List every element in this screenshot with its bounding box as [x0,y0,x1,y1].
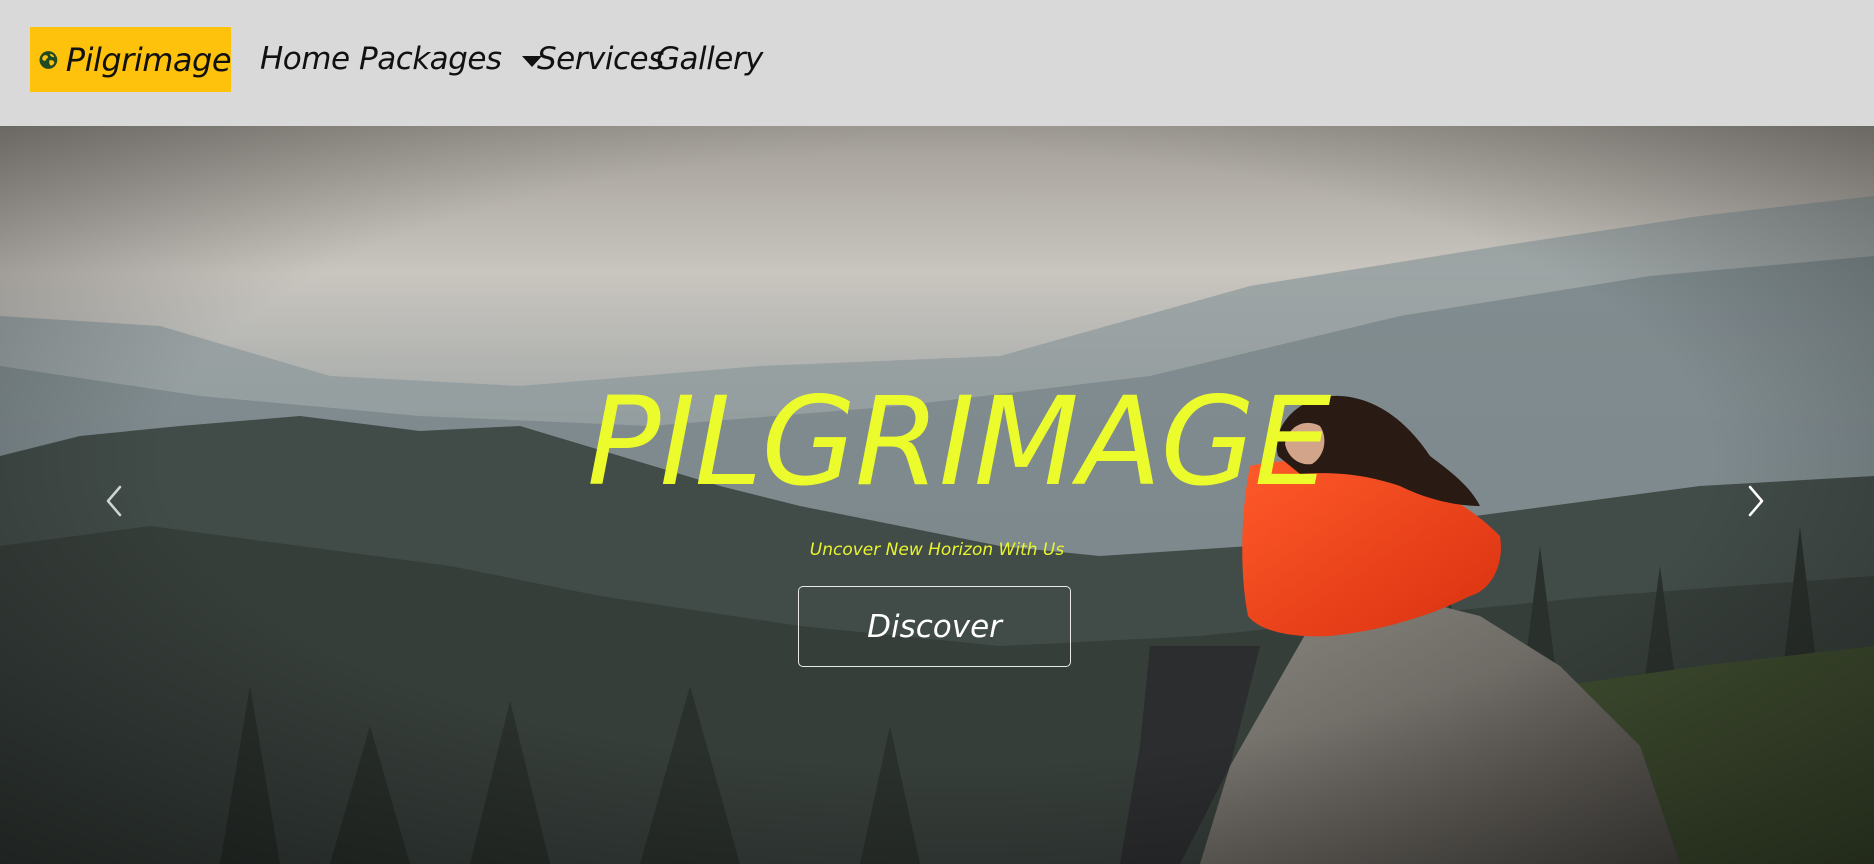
carousel-prev-button[interactable] [96,481,136,521]
nav-packages-dropdown[interactable]: Packages [359,36,542,82]
chevron-left-icon [106,485,122,517]
discover-button[interactable]: Discover [798,586,1071,667]
nav-services-link[interactable]: Services [537,36,664,82]
brand-label: Pilgrimage [65,40,232,79]
navbar: Pilgrimage Home Packages Services Galler… [0,0,1874,126]
hero-carousel: PILGRIMAGE Uncover New Horizon With Us D… [0,126,1874,864]
nav-services-label: Services [537,41,664,77]
brand-logo-link[interactable]: Pilgrimage [30,27,232,92]
hero-subtitle: Uncover New Horizon With Us [809,540,1065,560]
hero-title: PILGRIMAGE [587,371,1331,513]
nav-home-label: Home [260,41,350,77]
nav-gallery-label: Gallery [656,41,763,77]
globe-icon [39,50,58,69]
nav-packages-label: Packages [359,41,502,77]
nav-home-link[interactable]: Home [260,36,350,82]
carousel-next-button[interactable] [1734,481,1774,521]
chevron-right-icon [1748,485,1764,517]
nav-gallery-link[interactable]: Gallery [656,36,763,82]
